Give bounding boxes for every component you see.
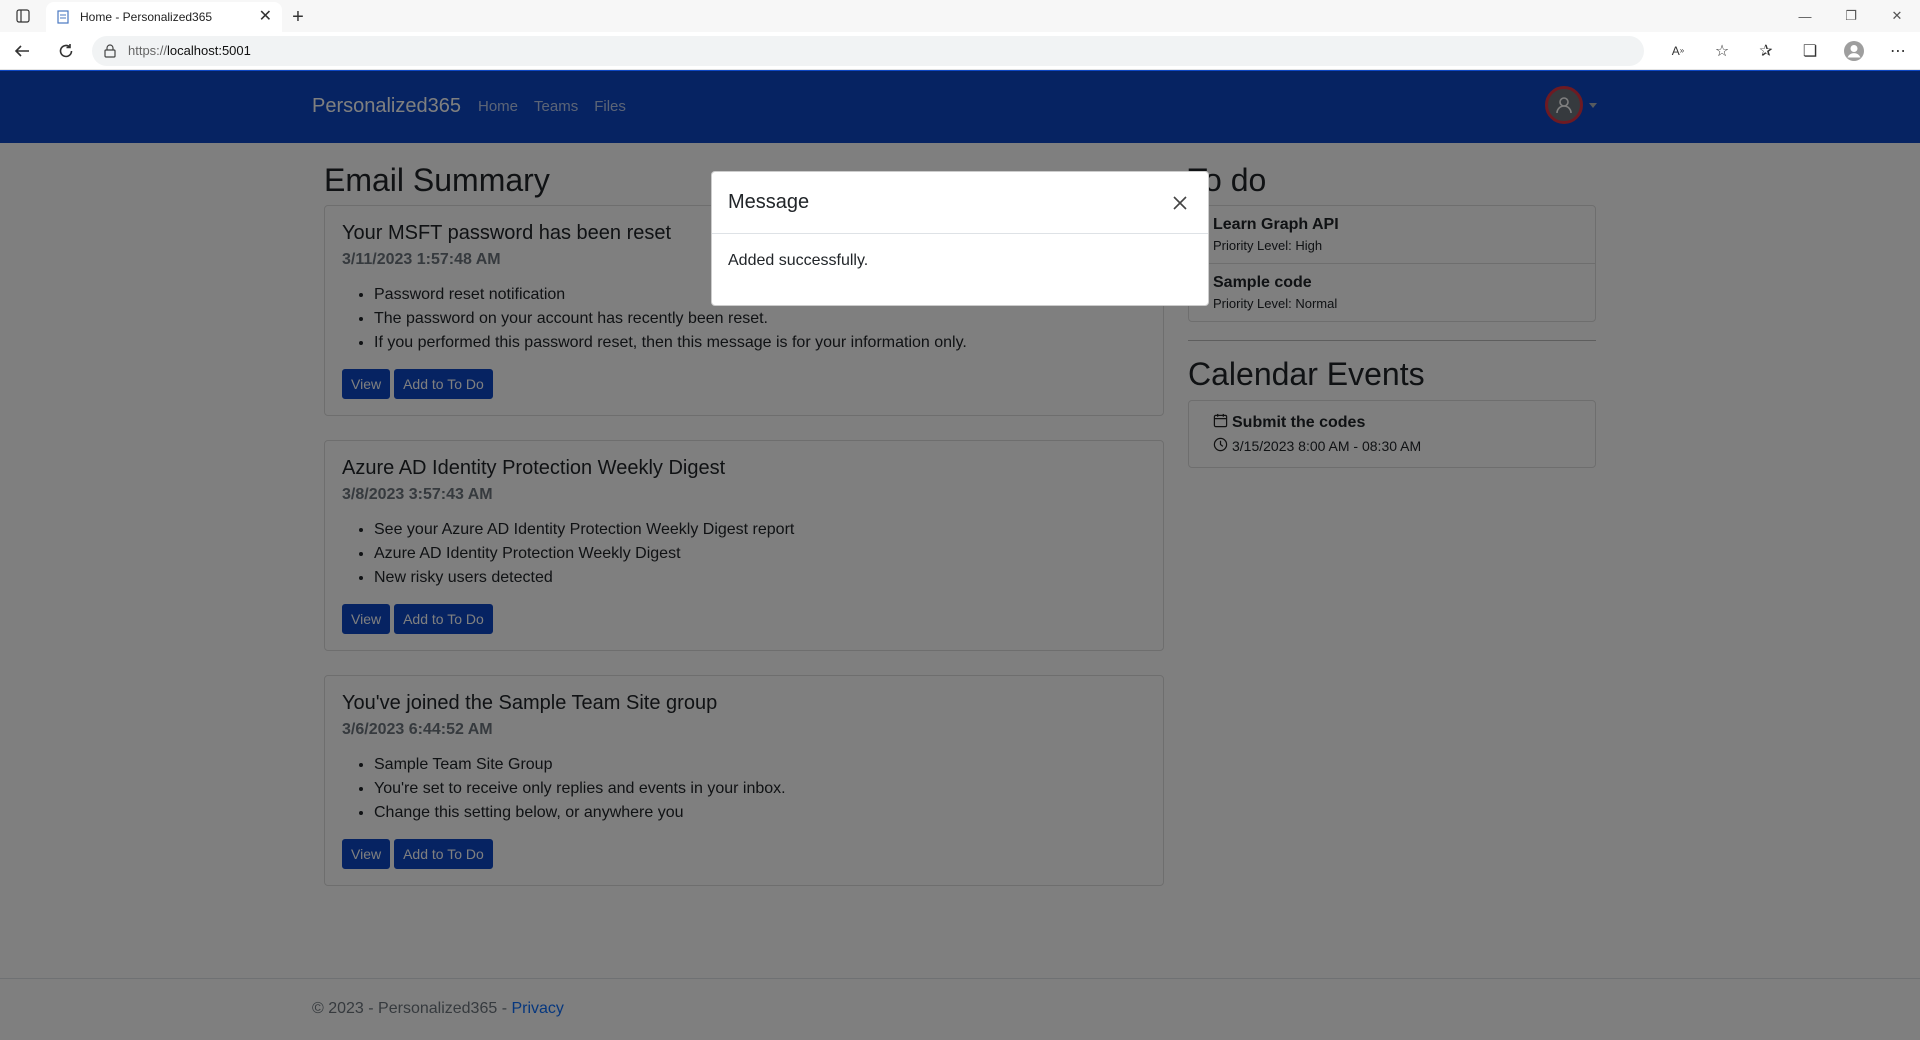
lock-icon[interactable] — [104, 43, 116, 58]
window-controls: — ❐ ✕ — [1782, 0, 1920, 32]
refresh-icon[interactable] — [44, 32, 88, 70]
tab-actions-icon[interactable] — [0, 0, 46, 32]
new-tab-icon[interactable]: + — [282, 2, 314, 32]
modal-header: Message — [712, 172, 1208, 234]
favorites-icon[interactable]: ✰ — [1744, 32, 1788, 70]
close-icon[interactable] — [1168, 191, 1192, 215]
tab-title: Home - Personalized365 — [80, 10, 213, 24]
url-scheme: https:// — [128, 43, 168, 58]
browser-tab-bar: Home - Personalized365 ✕ + — ❐ ✕ — [0, 0, 1920, 32]
minimize-icon[interactable]: — — [1782, 0, 1828, 32]
profile-icon[interactable] — [1832, 32, 1876, 70]
modal-backdrop[interactable]: Message Added successfully. — [0, 71, 1920, 1040]
browser-toolbar: A» ☆ ✰ ❏ ⋯ — [1656, 32, 1920, 70]
url-host: localhost:5001 — [167, 43, 251, 58]
more-options-icon[interactable]: ⋯ — [1876, 32, 1920, 70]
restore-icon[interactable]: ❐ — [1828, 0, 1874, 32]
add-favorite-icon[interactable]: ☆ — [1700, 32, 1744, 70]
modal-title: Message — [728, 191, 810, 213]
url-field[interactable]: https://localhost:5001 — [92, 35, 1644, 66]
window-close-icon[interactable]: ✕ — [1874, 0, 1920, 32]
read-aloud-icon[interactable]: A» — [1656, 32, 1700, 70]
browser-tab[interactable]: Home - Personalized365 ✕ — [46, 2, 282, 32]
collections-icon[interactable]: ❏ — [1788, 32, 1832, 70]
tab-close-icon[interactable]: ✕ — [259, 9, 272, 25]
modal-body: Added successfully. — [728, 252, 869, 269]
page-favicon-icon — [56, 10, 70, 24]
message-modal: Message Added successfully. — [711, 171, 1209, 306]
address-bar: https://localhost:5001 A» ☆ ✰ ❏ ⋯ — [0, 32, 1920, 70]
back-icon[interactable] — [0, 32, 44, 70]
